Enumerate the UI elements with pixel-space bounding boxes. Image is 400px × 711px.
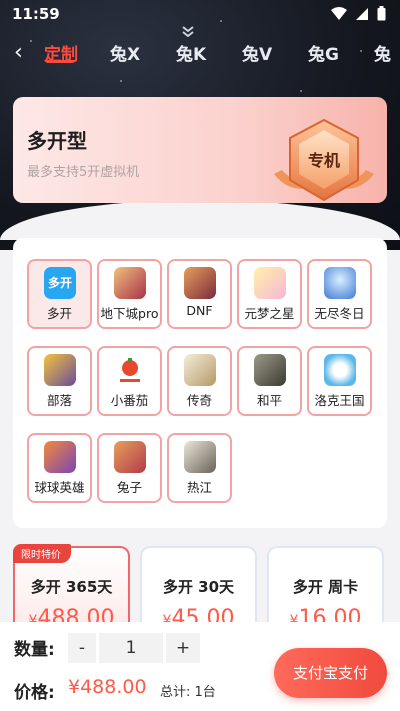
app-item-rejiang[interactable]: 热江 [167,433,232,503]
back-arrow-icon[interactable]: ‹ [14,40,23,65]
price-value: ¥488.00 [68,676,147,698]
app-label: 兔子 [116,480,142,495]
tab-tu-more[interactable]: 兔 [374,40,391,65]
app-item-luoke[interactable]: 洛克王国 [307,346,372,416]
tab-tu-g[interactable]: 兔G [308,40,339,65]
app-label: 小番茄 [110,393,149,408]
signal-icon [355,7,369,25]
quantity-plus-button[interactable]: + [166,633,200,663]
app-label: 无尽冬日 [314,306,365,321]
app-label: 元梦之星 [244,306,295,321]
badge-text: 专机 [308,151,340,170]
app-item-tuzi[interactable]: 兔子 [97,433,162,503]
tab-tu-v[interactable]: 兔V [242,40,272,65]
app-item-heping[interactable]: 和平 [237,346,302,416]
battery-icon [377,6,386,25]
app-item-dixiacheng-pro[interactable]: 地下城pro [97,259,162,329]
limited-offer-tag: 限时特价 [13,544,71,563]
app-item-xiaofanqie[interactable]: 小番茄 [97,346,162,416]
roco-kingdom-icon [324,354,356,386]
checkout-bar: 数量: - 1 + 价格: ¥488.00 总计: 1台 支付宝支付 [0,622,400,711]
plan-name: 多开 30天 [162,578,235,596]
app-label: 热江 [186,480,212,495]
quantity-value[interactable]: 1 [99,633,163,663]
plan-name: 多开 周卡 [292,578,359,596]
total-count: 总计: 1台 [160,685,216,700]
app-label: DNF [186,303,213,318]
quantity-label: 数量: [14,640,55,660]
status-time: 11:59 [12,5,60,23]
dnf-icon [184,267,216,299]
ball-hero-icon [44,441,76,473]
app-item-qiuqiu-yingxiong[interactable]: 球球英雄 [27,433,92,503]
product-title: 多开型 [27,129,87,153]
plan-name: 多开 365天 [30,578,113,596]
multi-open-icon: 多开 [44,267,76,299]
legend-icon [184,354,216,386]
app-label: 洛克王国 [314,393,365,408]
app-item-yuanmeng[interactable]: 元梦之星 [237,259,302,329]
app-item-chuanqi[interactable]: 传奇 [167,346,232,416]
supported-games-panel: 多开 多开 地下城pro DNF 元梦之星 无尽冬日 部落 小番茄 传奇 和平 … [13,238,387,528]
alipay-pay-button[interactable]: 支付宝支付 [274,648,387,698]
price-label: 价格: [14,683,55,703]
yuanmeng-star-icon [254,267,286,299]
app-label: 传奇 [186,393,212,408]
active-tab-indicator [46,60,74,63]
app-label: 部落 [46,393,72,408]
peace-elite-icon [254,354,286,386]
app-label: 地下城pro [100,306,159,321]
app-label: 球球英雄 [34,480,85,495]
status-bar: 11:59 [0,0,400,28]
rabbit-game-icon [114,441,146,473]
app-item-multi[interactable]: 多开 多开 [27,259,92,329]
wifi-icon [331,6,347,25]
endless-winter-icon [324,267,356,299]
quantity-minus-button[interactable]: - [68,633,96,663]
category-tabbar: ‹ 定制 兔X 兔K 兔V 兔G 兔 [0,34,400,70]
app-item-buluo[interactable]: 部落 [27,346,92,416]
dedicated-badge-icon: 专机 [268,114,380,214]
app-item-dnf[interactable]: DNF [167,259,232,329]
app-item-wujin-dongri[interactable]: 无尽冬日 [307,259,372,329]
tomato-icon [114,354,146,386]
tab-tu-k[interactable]: 兔K [176,40,206,65]
dungeon-fighter-icon [114,267,146,299]
clan-icon [44,354,76,386]
app-label: 和平 [256,393,282,408]
app-label: 多开 [46,306,72,321]
product-subtitle: 最多支持5开虚拟机 [27,165,140,180]
tab-tu-x[interactable]: 兔X [110,40,140,65]
hot-blood-jianghu-icon [184,441,216,473]
